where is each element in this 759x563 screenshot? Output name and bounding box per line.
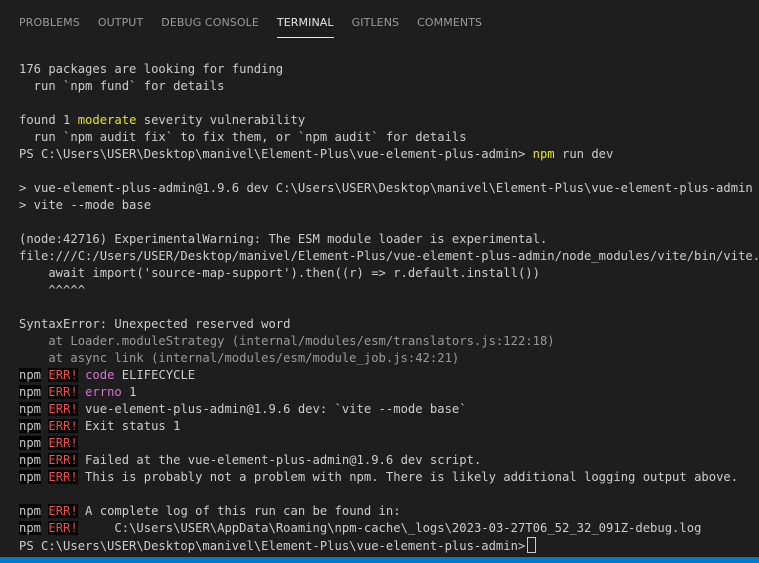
err-label: ERR! — [48, 504, 78, 518]
terminal-prompt-line: PS C:\Users\USER\Desktop\manivel\Element… — [19, 146, 759, 163]
terminal-line: run `npm fund` for details — [19, 79, 225, 93]
err-label: ERR! — [48, 521, 78, 535]
stack-trace-line: at Loader.moduleStrategy (internal/modul… — [19, 334, 555, 348]
command-args: run dev — [554, 147, 614, 161]
err-log-path: C:\Users\USER\AppData\Roaming\npm-cache\… — [77, 521, 702, 535]
err-label: ERR! — [48, 436, 78, 450]
tab-comments[interactable]: COMMENTS — [408, 0, 491, 44]
vuln-prefix: found 1 — [19, 113, 78, 127]
terminal-line: ^^^^^ — [19, 283, 86, 297]
terminal-line: 176 packages are looking for funding — [19, 62, 284, 76]
npm-error-line: npm ERR! Exit status 1 — [19, 418, 759, 435]
tab-output[interactable]: OUTPUT — [89, 0, 152, 44]
err-value: 1 — [121, 385, 137, 399]
err-label: ERR! — [48, 385, 78, 399]
err-label: ERR! — [48, 368, 78, 382]
npm-error-line: npm ERR! A complete log of this run can … — [19, 503, 759, 520]
npm-label: npm — [19, 436, 42, 450]
terminal-line: SyntaxError: Unexpected reserved word — [19, 317, 291, 331]
terminal-prompt-line: PS C:\Users\USER\Desktop\manivel\Element… — [19, 537, 759, 554]
err-label: ERR! — [48, 470, 78, 484]
err-message: This is probably not a problem with npm.… — [77, 470, 739, 484]
npm-label: npm — [19, 470, 42, 484]
terminal-line: await import('source-map-support').then(… — [19, 266, 540, 280]
prompt: PS C:\Users\USER\Desktop\manivel\Element… — [19, 539, 526, 553]
terminal-line: run `npm audit fix` to fix them, or `npm… — [19, 130, 467, 144]
tab-problems[interactable]: PROBLEMS — [10, 0, 89, 44]
terminal-line: > vite --mode base — [19, 198, 152, 212]
err-message: A complete log of this run can be found … — [77, 504, 401, 518]
err-label: ERR! — [48, 453, 78, 467]
terminal-cursor[interactable] — [527, 537, 537, 553]
status-bar — [0, 557, 759, 563]
npm-error-line: npm ERR! Failed at the vue-element-plus-… — [19, 452, 759, 469]
vuln-severity: moderate — [77, 113, 137, 127]
tab-debug-console[interactable]: DEBUG CONSOLE — [152, 0, 268, 44]
err-label: ERR! — [48, 419, 78, 433]
tab-terminal[interactable]: TERMINAL — [268, 0, 343, 44]
vuln-suffix: severity vulnerability — [136, 113, 306, 127]
err-label: ERR! — [48, 402, 78, 416]
err-message: Exit status 1 — [77, 419, 181, 433]
npm-error-line: npm ERR! vue-element-plus-admin@1.9.6 de… — [19, 401, 759, 418]
npm-label: npm — [19, 402, 42, 416]
terminal-line: > vue-element-plus-admin@1.9.6 dev C:\Us… — [19, 181, 753, 195]
npm-error-line: npm ERR! C:\Users\USER\AppData\Roaming\n… — [19, 520, 759, 537]
panel-tab-bar: PROBLEMS OUTPUT DEBUG CONSOLE TERMINAL G… — [0, 0, 759, 44]
err-message: Failed at the vue-element-plus-admin@1.9… — [77, 453, 482, 467]
terminal-line: (node:42716) ExperimentalWarning: The ES… — [19, 232, 548, 246]
terminal-line: found 1 moderate severity vulnerability — [19, 112, 759, 129]
npm-error-line: npm ERR! code ELIFECYCLE — [19, 367, 759, 384]
stack-trace-line: at async link (internal/modules/esm/modu… — [19, 351, 460, 365]
err-key: code — [85, 368, 115, 382]
err-value: ELIFECYCLE — [114, 368, 196, 382]
npm-error-line: npm ERR! This is probably not a problem … — [19, 469, 759, 486]
tab-gitlens[interactable]: GITLENS — [343, 0, 408, 44]
terminal-output[interactable]: 176 packages are looking for funding run… — [19, 61, 759, 555]
command-npm: npm — [532, 147, 555, 161]
npm-label: npm — [19, 453, 42, 467]
npm-label: npm — [19, 419, 42, 433]
err-message: vue-element-plus-admin@1.9.6 dev: `vite … — [77, 402, 467, 416]
npm-error-line: npm ERR! errno 1 — [19, 384, 759, 401]
npm-label: npm — [19, 368, 42, 382]
prompt: PS C:\Users\USER\Desktop\manivel\Element… — [19, 147, 533, 161]
npm-label: npm — [19, 504, 42, 518]
npm-label: npm — [19, 521, 42, 535]
npm-label: npm — [19, 385, 42, 399]
npm-error-line: npm ERR! — [19, 435, 759, 452]
err-key: errno — [85, 385, 122, 399]
terminal-line: file:///C:/Users/USER/Desktop/manivel/El… — [19, 249, 759, 263]
